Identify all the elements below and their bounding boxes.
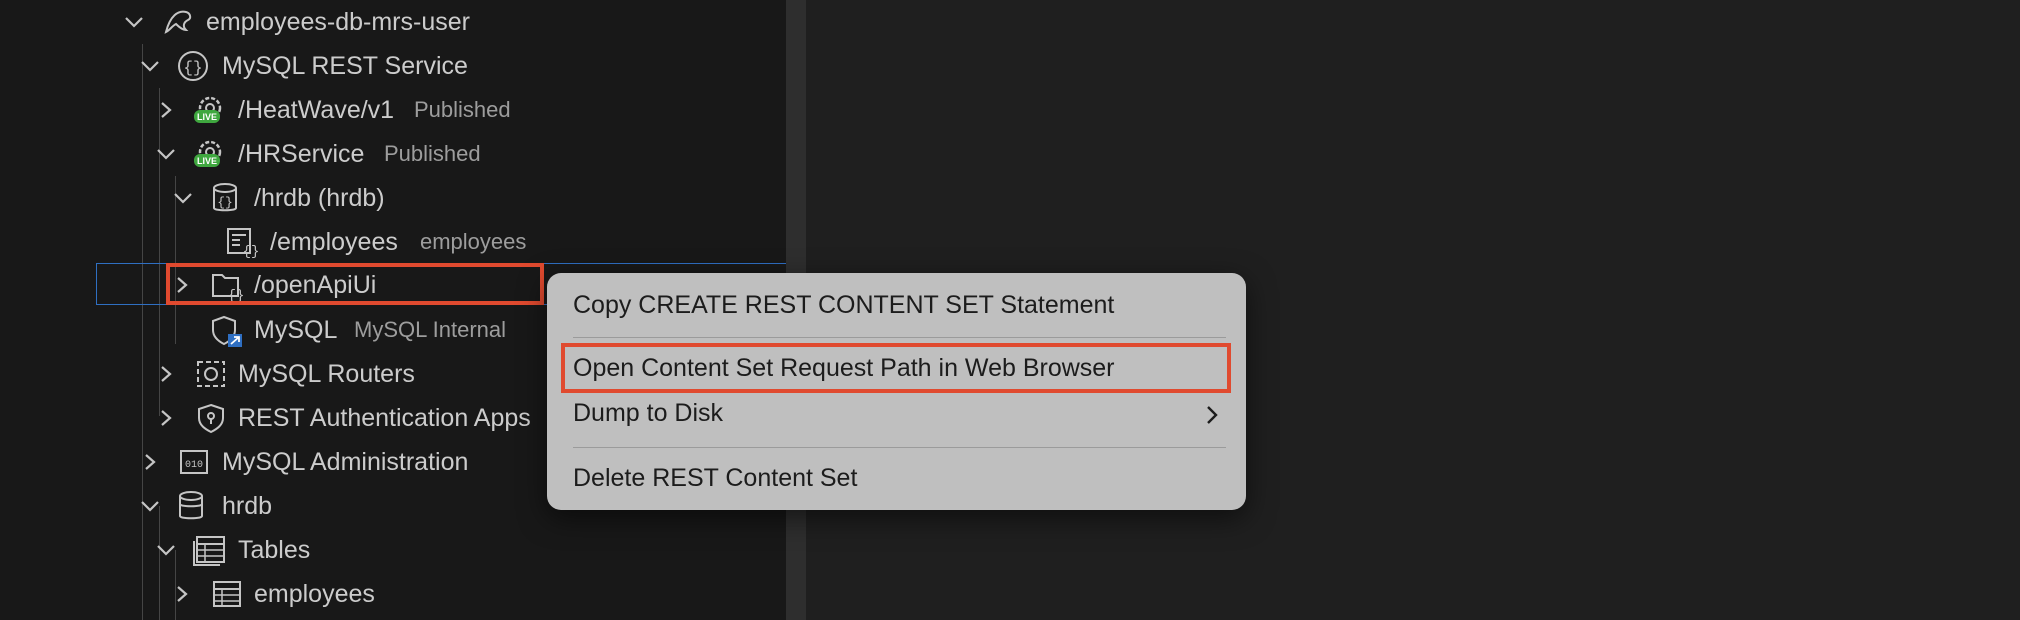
mysql-dolphin-icon xyxy=(162,0,198,44)
svg-text:LIVE: LIVE xyxy=(197,156,217,166)
chevron-down-icon[interactable] xyxy=(138,44,162,88)
tree-item-label: /HeatWave/v1 xyxy=(238,96,395,124)
rest-service-icon: {} xyxy=(176,44,212,88)
tree-item-connection[interactable]: employees-db-mrs-user xyxy=(0,0,786,44)
chevron-right-icon[interactable] xyxy=(140,440,164,484)
chevron-right-icon[interactable] xyxy=(156,88,180,132)
rest-object-icon: {} xyxy=(226,220,262,264)
table-icon xyxy=(210,572,246,616)
tree-item-description: employees xyxy=(420,229,527,254)
database-icon xyxy=(176,484,212,528)
tree-item-service-hrservice[interactable]: LIVE /HRService Published xyxy=(0,132,786,176)
svg-text:{}: {} xyxy=(243,244,260,258)
tree-item-label: MySQL Administration xyxy=(222,448,469,476)
annotation-highlight-box xyxy=(166,263,544,305)
svg-text:{}: {} xyxy=(183,59,202,77)
tree-item-label: employees-db-mrs-user xyxy=(206,8,470,36)
live-gear-icon: LIVE xyxy=(192,132,228,176)
tree-item-label: MySQL REST Service xyxy=(222,52,468,80)
tree-item-label: MySQL xyxy=(254,316,338,344)
menu-separator xyxy=(573,447,1226,448)
tree-item-label: hrdb xyxy=(222,492,273,520)
chevron-down-icon[interactable] xyxy=(122,0,146,44)
chevron-down-icon[interactable] xyxy=(154,528,178,572)
tree-item-label: MySQL Routers xyxy=(238,360,415,388)
admin-icon: 010 xyxy=(178,440,214,484)
chevron-down-icon[interactable] xyxy=(171,176,195,220)
menu-item-copy-create-statement[interactable]: Copy CREATE REST CONTENT SET Statement xyxy=(573,285,1114,325)
tables-icon xyxy=(192,528,228,572)
shield-icon xyxy=(194,396,230,440)
tree-item-table-employees[interactable]: employees xyxy=(0,572,786,616)
chevron-down-icon[interactable] xyxy=(154,132,178,176)
tree-item-tables[interactable]: Tables xyxy=(0,528,786,572)
tree-item-label: REST Authentication Apps xyxy=(238,404,531,432)
chevron-right-icon[interactable] xyxy=(172,572,196,616)
tree-item-label: employees xyxy=(254,580,375,608)
menu-item-dump-to-disk[interactable]: Dump to Disk xyxy=(573,393,723,433)
annotation-highlight-box xyxy=(561,343,1231,393)
tree-item-label: /hrdb (hrdb) xyxy=(254,184,385,212)
chevron-right-icon[interactable] xyxy=(156,396,180,440)
tree-item-rest-service[interactable]: {} MySQL REST Service xyxy=(0,44,786,88)
tree-item-description: Published xyxy=(384,141,481,166)
tree-item-schema-hrdb[interactable]: {} /hrdb (hrdb) xyxy=(0,176,786,220)
svg-text:{}: {} xyxy=(217,195,233,210)
chevron-right-icon xyxy=(1203,404,1221,431)
tree-item-service-heatwave[interactable]: LIVE /HeatWave/v1 Published xyxy=(0,88,786,132)
context-menu: Copy CREATE REST CONTENT SET Statement O… xyxy=(547,273,1246,510)
auth-app-shield-icon xyxy=(210,308,246,352)
tree-item-object-employees[interactable]: {} /employees employees xyxy=(0,220,786,264)
menu-item-delete-content-set[interactable]: Delete REST Content Set xyxy=(573,458,857,498)
tree-item-label: Tables xyxy=(238,536,311,564)
router-icon xyxy=(194,352,230,396)
live-gear-icon: LIVE xyxy=(192,88,228,132)
db-schema-icon: {} xyxy=(210,176,246,220)
tree-item-label: /employees xyxy=(270,228,398,256)
svg-text:010: 010 xyxy=(185,460,203,471)
chevron-down-icon[interactable] xyxy=(138,484,162,528)
menu-separator xyxy=(573,337,1226,338)
tree-item-description: Published xyxy=(414,97,511,122)
svg-text:LIVE: LIVE xyxy=(197,112,217,122)
chevron-right-icon[interactable] xyxy=(156,352,180,396)
tree-item-label: /HRService xyxy=(238,140,365,168)
tree-item-description: MySQL Internal xyxy=(354,317,507,342)
